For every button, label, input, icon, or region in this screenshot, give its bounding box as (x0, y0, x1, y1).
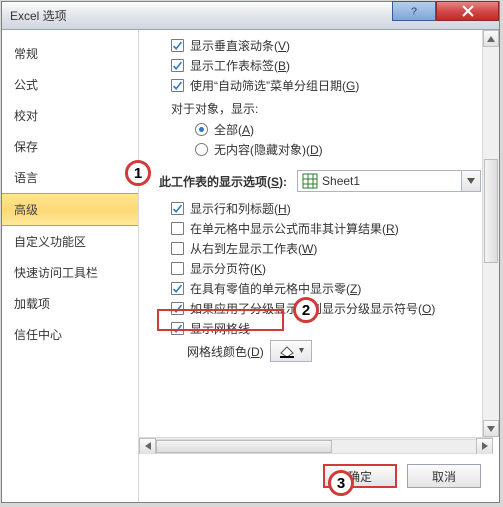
vertical-scrollbar[interactable] (482, 30, 499, 437)
scroll-area: 显示垂直滚动条(V) 显示工作表标签(B) 使用“自动筛选”菜单分组日期(G) … (139, 30, 499, 437)
option-label: 显示垂直滚动条(V) (190, 37, 290, 54)
sidebar-item-customize-ribbon[interactable]: 自定义功能区 (2, 226, 138, 257)
checkbox-icon (171, 282, 184, 295)
option-label: 在具有零值的单元格中显示零(Z) (190, 280, 361, 297)
chevron-up-icon (487, 36, 495, 42)
checkbox-icon (171, 79, 184, 92)
window-controls: ? (392, 1, 499, 21)
sidebar: 常规 公式 校对 保存 语言 高级 自定义功能区 快速访问工具栏 加载项 信任中… (2, 30, 139, 502)
checkbox-icon (171, 59, 184, 72)
sidebar-item-addins[interactable]: 加载项 (2, 288, 138, 319)
sidebar-item-label: 语言 (14, 171, 38, 185)
option-label: 使用“自动筛选”菜单分组日期(G) (190, 77, 359, 94)
option-label: 如果应用了分级显示，则显示分级显示符号(O) (190, 300, 435, 317)
horizontal-scrollbar[interactable] (139, 437, 493, 454)
chevron-down-icon (467, 178, 475, 184)
option-autofilter-group-dates[interactable]: 使用“自动筛选”菜单分组日期(G) (171, 77, 481, 94)
scroll-up-button[interactable] (483, 30, 499, 47)
scroll-left-button[interactable] (139, 438, 156, 455)
objects-label: 对于对象，显示: (171, 100, 481, 117)
checkbox-icon (171, 222, 184, 235)
option-page-breaks[interactable]: 显示分页符(K) (171, 260, 481, 277)
checkbox-icon (171, 322, 184, 335)
svg-text:?: ? (411, 6, 417, 18)
sidebar-item-proofing[interactable]: 校对 (2, 100, 138, 131)
gridline-color-button[interactable] (270, 340, 312, 362)
option-label: 在单元格中显示公式而非其计算结果(R) (190, 220, 399, 237)
chevron-right-icon (482, 442, 488, 450)
section-title: 此工作表的显示选项(S): (159, 173, 287, 190)
scroll-thumb[interactable] (156, 440, 332, 453)
option-label: 全部(A) (214, 121, 254, 138)
scroll-thumb[interactable] (484, 159, 498, 263)
dropdown-button[interactable] (461, 171, 480, 191)
radio-icon (195, 143, 208, 156)
sidebar-item-label: 保存 (14, 140, 38, 154)
dialog-footer: 确定 取消 (139, 454, 499, 502)
sidebar-item-formulas[interactable]: 公式 (2, 69, 138, 100)
option-sheet-tabs[interactable]: 显示工作表标签(B) (171, 57, 481, 74)
option-rtl-sheet[interactable]: 从右到左显示工作表(W) (171, 240, 481, 257)
checkbox-icon (171, 302, 184, 315)
close-icon (460, 3, 476, 19)
main-panel: 显示垂直滚动条(V) 显示工作表标签(B) 使用“自动筛选”菜单分组日期(G) … (139, 30, 499, 502)
option-label: 从右到左显示工作表(W) (190, 240, 317, 257)
ok-button[interactable]: 确定 (323, 464, 397, 488)
option-label: 显示工作表标签(B) (190, 57, 290, 74)
scroll-down-button[interactable] (483, 420, 499, 437)
sidebar-item-trust-center[interactable]: 信任中心 (2, 319, 138, 350)
checkbox-icon (171, 242, 184, 255)
sidebar-item-label: 加载项 (14, 297, 50, 311)
option-vertical-scrollbar[interactable]: 显示垂直滚动条(V) (171, 37, 481, 54)
checkbox-icon (171, 262, 184, 275)
option-label: 无内容(隐藏对象)(D) (214, 141, 323, 158)
sidebar-item-label: 校对 (14, 109, 38, 123)
close-button[interactable] (436, 1, 499, 21)
sidebar-item-quick-access[interactable]: 快速访问工具栏 (2, 257, 138, 288)
option-outline-symbols[interactable]: 如果应用了分级显示，则显示分级显示符号(O) (171, 300, 481, 317)
option-label: 显示网格线 (190, 320, 250, 337)
window-title: Excel 选项 (10, 7, 67, 24)
sidebar-item-label: 快速访问工具栏 (14, 266, 98, 280)
section-sheet-display: 此工作表的显示选项(S): Sheet1 (159, 170, 481, 192)
paint-bucket-icon (277, 343, 305, 359)
help-icon: ? (407, 4, 421, 18)
sheet-name: Sheet1 (322, 174, 461, 188)
cancel-button[interactable]: 取消 (407, 464, 481, 488)
gridline-color-label: 网格线颜色(D) (187, 343, 264, 360)
sidebar-item-label: 自定义功能区 (14, 235, 86, 249)
gridline-color-row: 网格线颜色(D) (187, 340, 481, 362)
radio-objects-none[interactable]: 无内容(隐藏对象)(D) (195, 141, 481, 158)
sidebar-item-save[interactable]: 保存 (2, 131, 138, 162)
sidebar-item-language[interactable]: 语言 (2, 162, 138, 193)
button-label: 取消 (432, 468, 456, 485)
worksheet-icon (302, 173, 318, 189)
option-show-formulas[interactable]: 在单元格中显示公式而非其计算结果(R) (171, 220, 481, 237)
sidebar-item-label: 信任中心 (14, 328, 62, 342)
button-label: 确定 (348, 468, 372, 485)
sidebar-item-label: 常规 (14, 47, 38, 61)
radio-objects-all[interactable]: 全部(A) (195, 121, 481, 138)
sidebar-item-general[interactable]: 常规 (2, 38, 138, 69)
checkbox-icon (171, 39, 184, 52)
option-row-col-headings[interactable]: 显示行和列标题(H) (171, 200, 481, 217)
checkbox-icon (171, 202, 184, 215)
scroll-track[interactable] (156, 439, 476, 454)
chevron-left-icon (145, 442, 151, 450)
titlebar: Excel 选项 ? (2, 2, 499, 30)
sidebar-item-label: 高级 (14, 203, 38, 217)
scroll-track[interactable] (483, 47, 499, 420)
chevron-down-icon (487, 426, 495, 432)
option-label: 显示分页符(K) (190, 260, 266, 277)
help-button[interactable]: ? (392, 1, 436, 21)
radio-icon (195, 123, 208, 136)
sidebar-item-label: 公式 (14, 78, 38, 92)
option-gridlines[interactable]: 显示网格线 (171, 320, 481, 337)
option-label: 显示行和列标题(H) (190, 200, 291, 217)
option-show-zeros[interactable]: 在具有零值的单元格中显示零(Z) (171, 280, 481, 297)
sidebar-item-advanced[interactable]: 高级 (2, 193, 138, 226)
scroll-right-button[interactable] (476, 438, 493, 455)
sheet-select[interactable]: Sheet1 (297, 170, 481, 192)
